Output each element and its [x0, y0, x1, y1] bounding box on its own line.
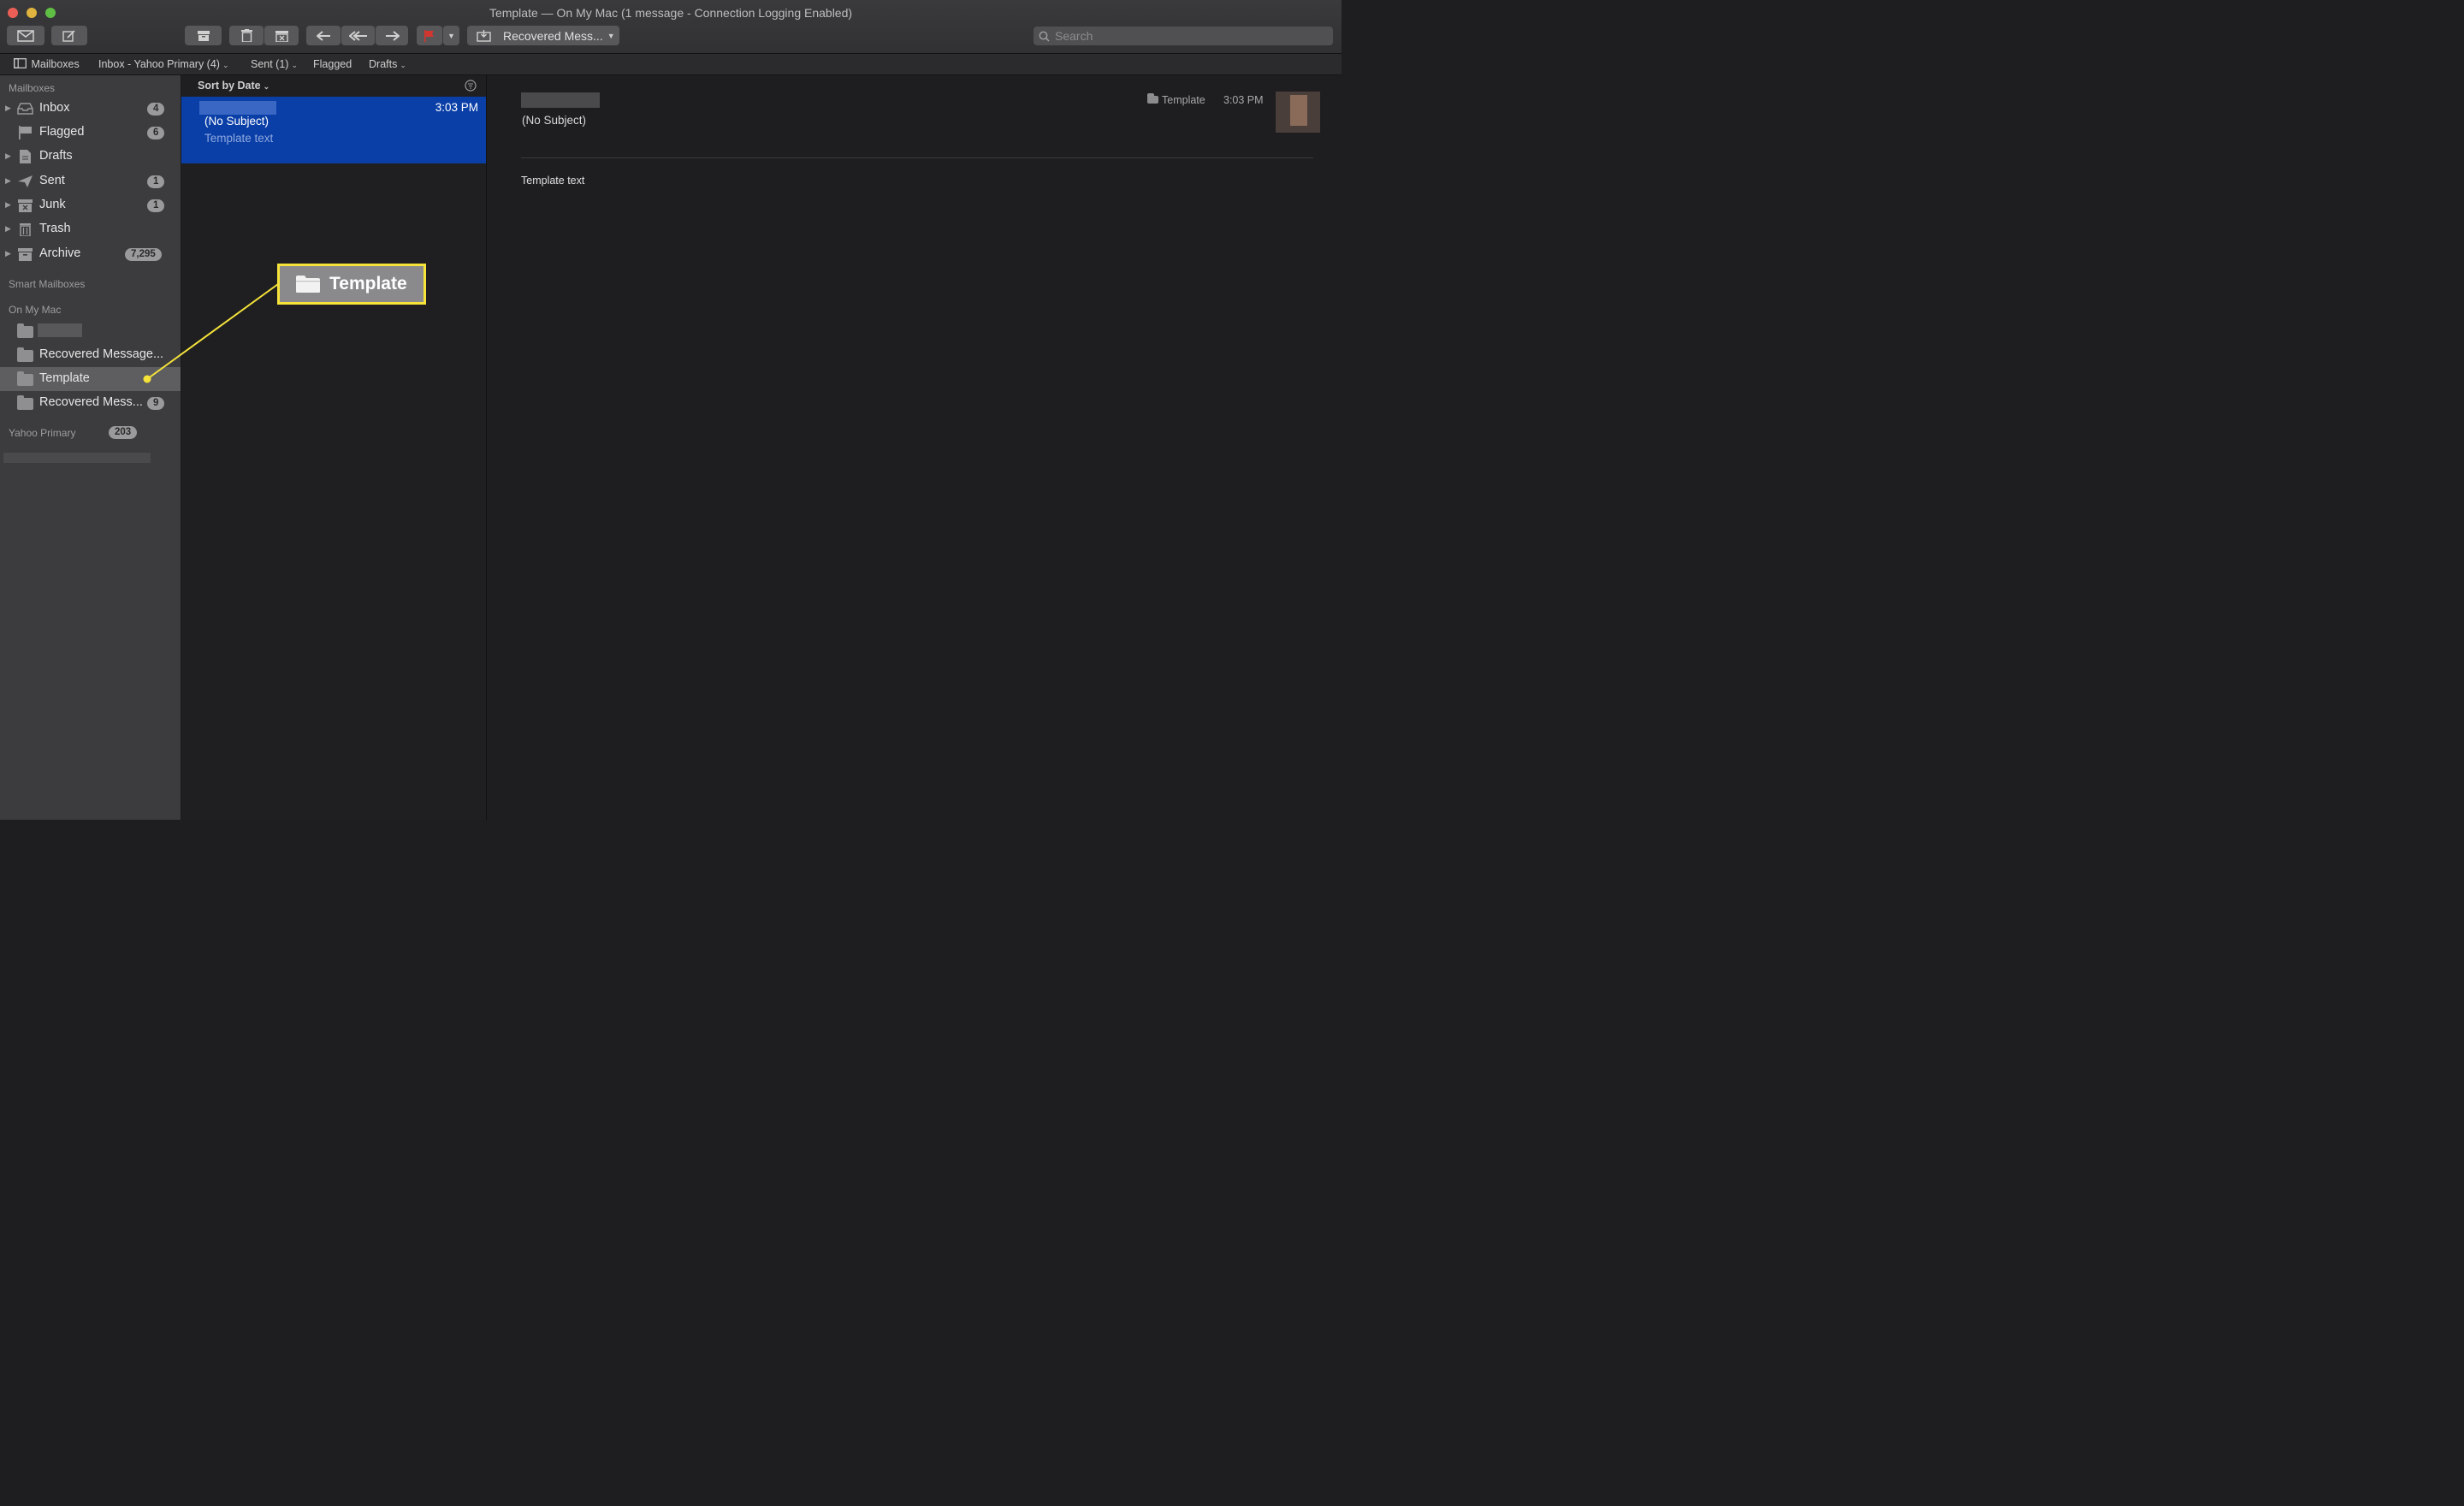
- template-callout: Template: [277, 264, 426, 305]
- callout-dot: [143, 375, 151, 383]
- folder-icon: [296, 276, 320, 293]
- callout-connector-line: [143, 283, 279, 383]
- callout-label: Template: [329, 274, 407, 293]
- callout-line: [146, 283, 279, 380]
